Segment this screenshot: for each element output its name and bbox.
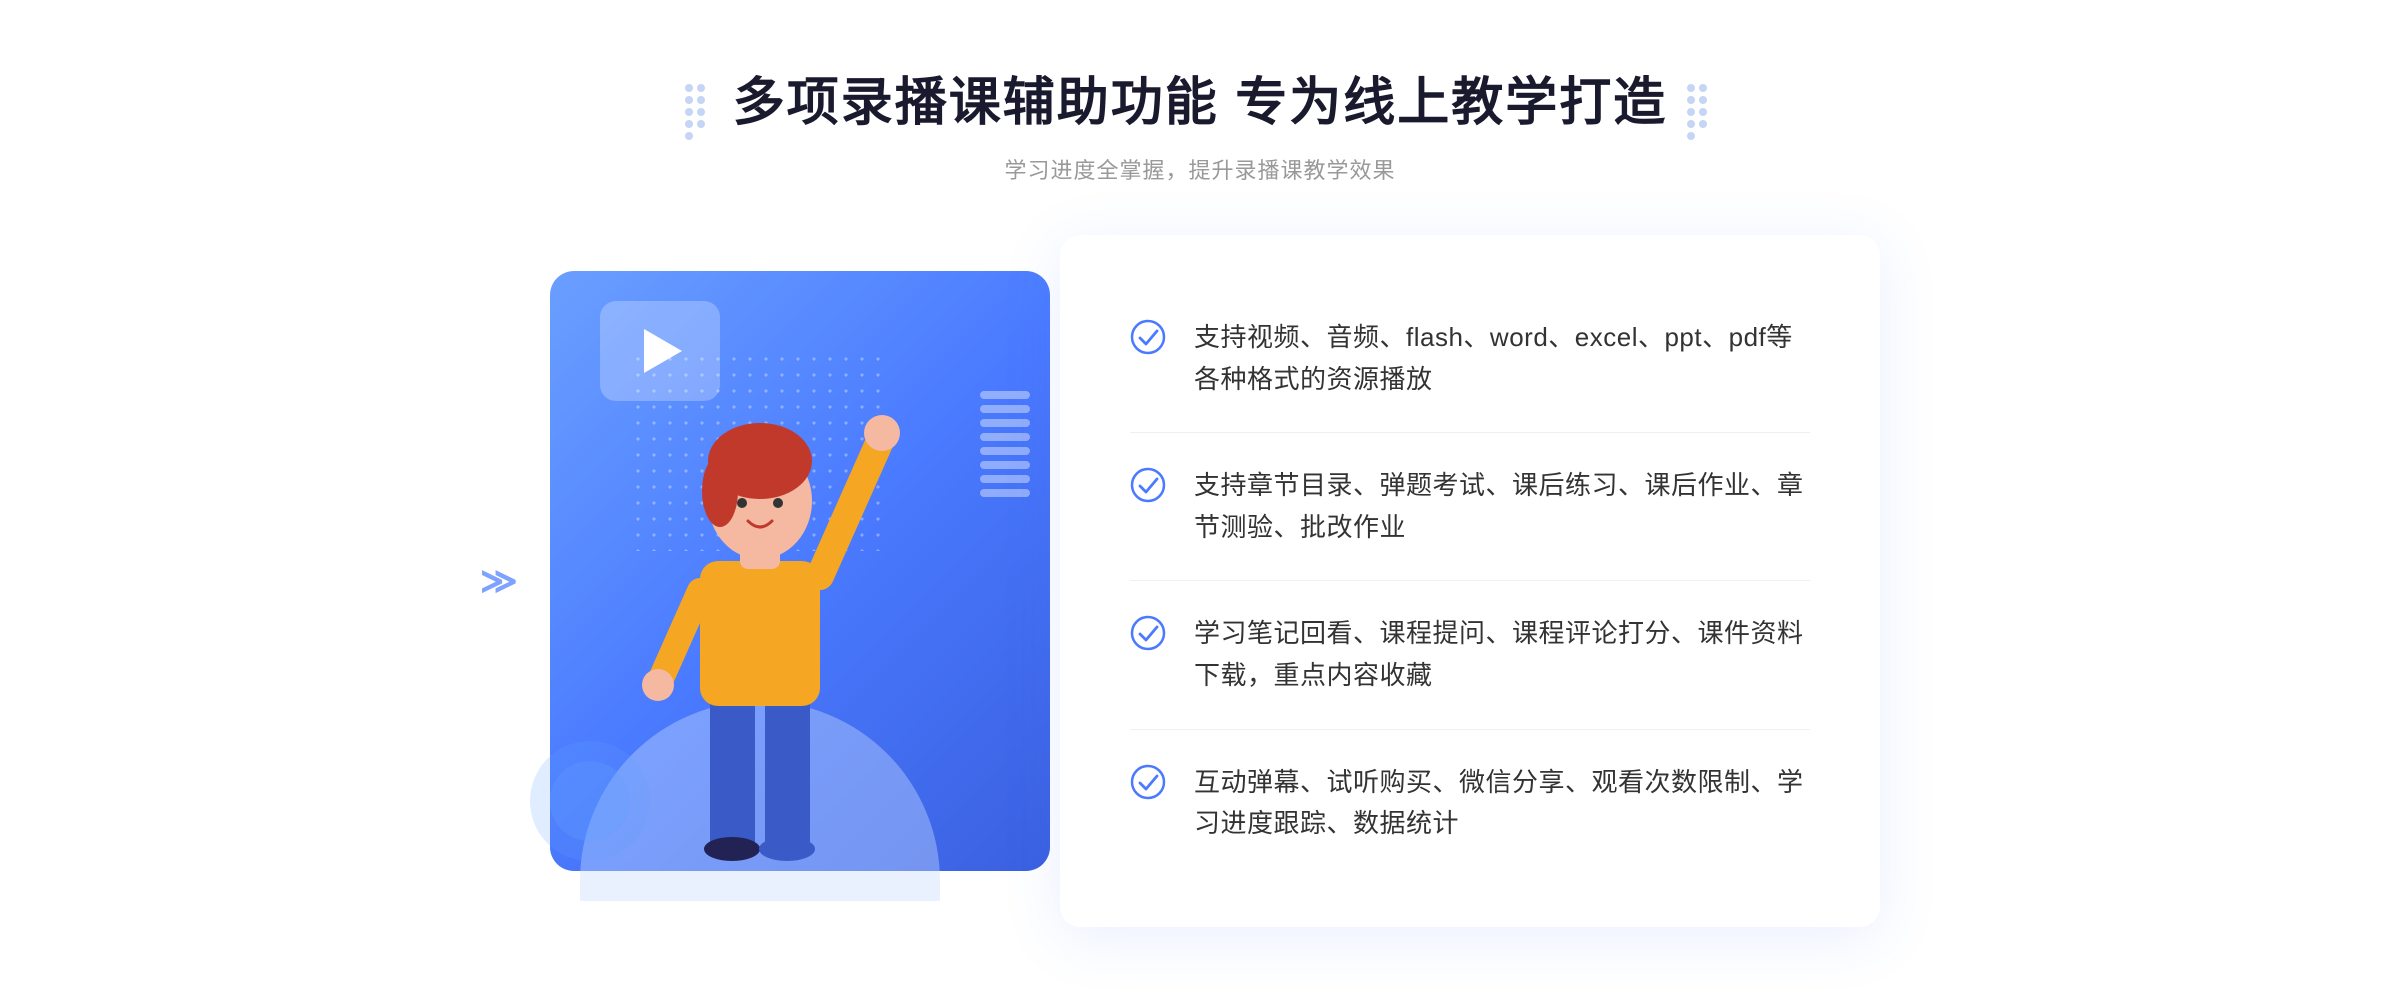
feature-text-2: 支持章节目录、弹题考试、课后练习、课后作业、章节测验、批改作业 (1194, 465, 1810, 548)
features-panel: 支持视频、音频、flash、word、excel、ppt、pdf等各种格式的资源… (1060, 235, 1880, 927)
feature-text-4: 互动弹幕、试听购买、微信分享、观看次数限制、学习进度跟踪、数据统计 (1194, 762, 1810, 845)
main-content: ≫ 支持视频、音频、flash、word、excel、ppt、pdf等各种格式的… (500, 235, 1900, 927)
play-icon (644, 329, 682, 373)
illustration-wrapper: ≫ (520, 241, 1100, 921)
person-illustration (620, 381, 900, 901)
stripe-decoration (980, 391, 1030, 501)
title-row: 多项录播课辅助功能 专为线上教学打造 (0, 60, 2400, 135)
page-subtitle: 学习进度全掌握，提升录播课教学效果 (0, 153, 2400, 185)
check-circle-icon-2 (1130, 467, 1166, 503)
feature-item-1: 支持视频、音频、flash、word、excel、ppt、pdf等各种格式的资源… (1130, 285, 1810, 433)
check-circle-icon-3 (1130, 615, 1166, 651)
feature-item-4: 互动弹幕、试听购买、微信分享、观看次数限制、学习进度跟踪、数据统计 (1130, 730, 1810, 877)
feature-text-1: 支持视频、音频、flash、word、excel、ppt、pdf等各种格式的资源… (1194, 317, 1810, 400)
dots-decoration-left-icon (685, 84, 713, 112)
deco-circle-inner (550, 761, 630, 841)
page-title: 多项录播课辅助功能 专为线上教学打造 (733, 60, 1667, 135)
check-circle-icon-4 (1130, 764, 1166, 800)
feature-item-2: 支持章节目录、弹题考试、课后练习、课后作业、章节测验、批改作业 (1130, 433, 1810, 581)
header-section: 多项录播课辅助功能 专为线上教学打造 学习进度全掌握，提升录播课教学效果 (0, 60, 2400, 185)
check-circle-icon-1 (1130, 319, 1166, 355)
dots-decoration-right-icon (1687, 84, 1715, 112)
chevrons-left-icon: ≫ (480, 560, 518, 602)
feature-text-3: 学习笔记回看、课程提问、课程评论打分、课件资料下载，重点内容收藏 (1194, 613, 1810, 696)
feature-item-3: 学习笔记回看、课程提问、课程评论打分、课件资料下载，重点内容收藏 (1130, 581, 1810, 729)
